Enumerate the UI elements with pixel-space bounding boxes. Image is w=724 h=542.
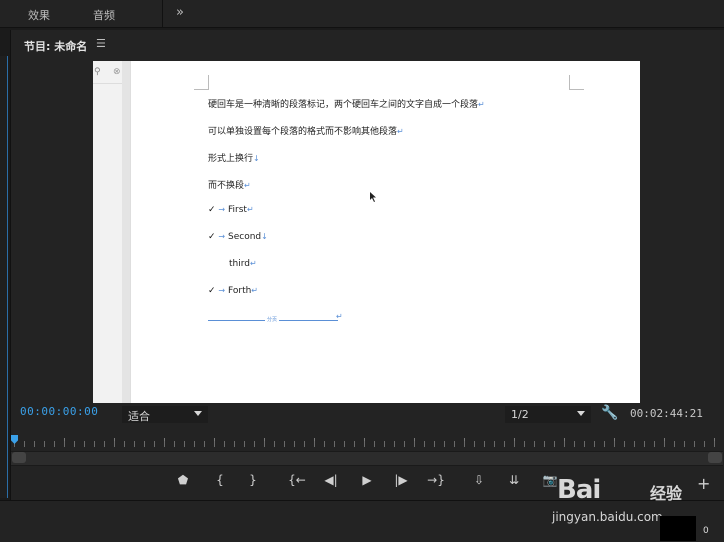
add-marker-button[interactable]: ⬟ xyxy=(172,470,194,490)
soft-return-icon: ↓ xyxy=(261,232,268,241)
step-forward-button[interactable]: |▶ xyxy=(390,470,412,490)
tab-arrow-icon: → xyxy=(218,286,226,295)
tab-audio[interactable]: 音频 xyxy=(93,7,115,23)
paragraph-mark-icon: ↵ xyxy=(244,181,251,190)
paragraph-mark-icon: ↵ xyxy=(250,259,257,268)
checkmark-icon: ✓ xyxy=(208,232,216,242)
mouse-cursor-icon xyxy=(370,192,376,202)
corner-value: 0 xyxy=(703,526,709,536)
search-icon: ⚲ xyxy=(94,67,101,77)
doc-list-item-3: third↵ xyxy=(229,259,257,269)
page-corner-left xyxy=(194,75,209,90)
paragraph-mark-icon: ↵ xyxy=(478,100,485,109)
doc-line-3: 形式上换行↓ xyxy=(208,154,260,164)
zoom-fit-select[interactable]: 适合 xyxy=(122,406,208,423)
paragraph-mark-icon: ↵ xyxy=(251,286,258,295)
scrollbar-right-handle[interactable] xyxy=(708,452,722,463)
paragraph-mark-icon: ↵ xyxy=(397,127,404,136)
go-to-out-button[interactable]: →} xyxy=(425,470,447,490)
page-corner-right xyxy=(569,75,584,90)
black-block xyxy=(660,516,696,541)
paragraph-mark-icon: ↵ xyxy=(246,205,254,214)
mark-in-button[interactable]: { xyxy=(209,470,231,490)
play-button[interactable]: ▶ xyxy=(356,470,378,490)
zoom-scrollbar[interactable] xyxy=(11,451,723,466)
current-timecode[interactable]: 00:00:00:00 xyxy=(20,405,98,418)
doc-line-2: 可以单独设置每个段落的格式而不影响其他段落↵ xyxy=(208,127,404,137)
tab-arrow-icon: → xyxy=(218,205,226,214)
doc-list-item-2: ✓ → Second↓ xyxy=(208,232,268,242)
watermark-brand-cn: 经验 xyxy=(650,484,683,503)
checkmark-icon: ✓ xyxy=(208,286,216,296)
ruler-minor-ticks xyxy=(14,441,719,447)
doc-list-item-4: ✓ → Forth↵ xyxy=(208,286,258,296)
playback-resolution-select[interactable]: 1/2 xyxy=(505,406,591,423)
duration-timecode: 00:02:44:21 xyxy=(630,407,703,420)
scrollbar-left-handle[interactable] xyxy=(12,452,26,463)
overwrite-button[interactable]: ⇊ xyxy=(503,470,525,490)
panel-title[interactable]: 节目: 未命名 xyxy=(24,38,87,54)
wrench-icon[interactable]: 🔧 xyxy=(601,405,618,421)
sidebar-divider xyxy=(93,83,122,84)
doc-list-item-1: ✓ → First↵ xyxy=(208,205,254,215)
top-tab-bar: 效果 音频 » xyxy=(0,0,724,28)
tab-effects[interactable]: 效果 xyxy=(28,7,50,23)
tab-divider xyxy=(162,0,163,27)
tab-arrow-icon: → xyxy=(218,232,226,241)
checkmark-icon: ✓ xyxy=(208,205,216,215)
step-back-button[interactable]: ◀| xyxy=(320,470,342,490)
mark-out-button[interactable]: } xyxy=(242,470,264,490)
insert-button[interactable]: ⇩ xyxy=(468,470,490,490)
left-panel-edge xyxy=(0,56,8,498)
panel-menu-icon[interactable]: ☰ xyxy=(96,37,106,50)
zoom-fit-value: 适合 xyxy=(128,410,150,423)
go-to-in-button[interactable]: {← xyxy=(286,470,308,490)
soft-return-icon: ↓ xyxy=(253,154,260,163)
doc-sidebar-border xyxy=(122,61,130,403)
paragraph-mark-icon: ↵ xyxy=(336,312,343,321)
program-video-frame: ⚲ ⊗ 硬回车是一种清晰的段落标记，两个硬回车之间的文字自成一个段落↵ 可以单独… xyxy=(93,61,640,403)
resolution-value: 1/2 xyxy=(511,408,529,421)
chevron-down-icon xyxy=(194,411,202,416)
more-tabs-icon[interactable]: » xyxy=(176,5,184,20)
watermark-url: jingyan.baidu.com xyxy=(552,510,663,524)
add-button[interactable]: + xyxy=(697,474,710,493)
doc-line-1: 硬回车是一种清晰的段落标记，两个硬回车之间的文字自成一个段落↵ xyxy=(208,100,485,110)
watermark-brand: Bai xyxy=(557,475,601,505)
page-break-label: 分页 xyxy=(265,316,280,323)
chevron-down-icon xyxy=(577,411,585,416)
close-icon: ⊗ xyxy=(113,67,121,77)
doc-line-4: 而不换段↵ xyxy=(208,181,251,191)
